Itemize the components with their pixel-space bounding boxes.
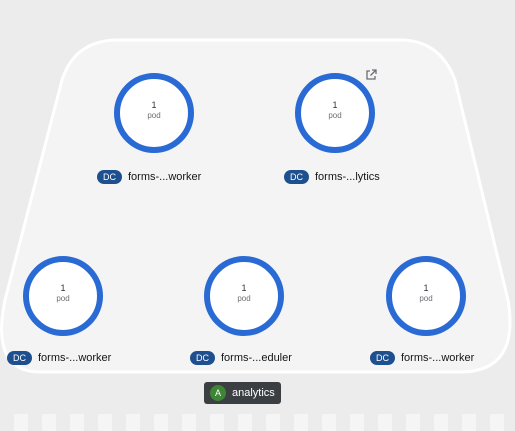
node-name: forms-...worker [128,171,202,183]
deployment-node[interactable]: 1 pod [386,256,466,336]
pod-unit: pod [56,294,70,303]
topology-canvas[interactable]: 1 pod DC forms-...worker 1 pod DC forms-… [0,0,515,431]
application-group-label[interactable]: A analytics [204,382,281,404]
node-name: forms-...worker [38,352,112,364]
pod-count: 1 [60,283,66,293]
application-name: analytics [232,387,275,399]
pod-count: 1 [151,100,157,110]
dc-badge: DC [370,351,395,365]
pod-count: 1 [332,100,338,110]
node-name: forms-...eduler [221,352,292,364]
canvas-edge-strip [0,414,515,431]
application-group-hull[interactable] [0,0,515,431]
node-name: forms-...lytics [315,171,380,183]
node-name: forms-...worker [401,352,475,364]
pod-unit: pod [419,294,433,303]
node-label[interactable]: DC forms-...worker [7,350,111,366]
external-link-icon[interactable] [365,69,377,81]
node-label[interactable]: DC forms-...worker [370,350,474,366]
pod-unit: pod [328,111,342,120]
dc-badge: DC [97,170,122,184]
pod-unit: pod [237,294,251,303]
deployment-node[interactable]: 1 pod [114,73,194,153]
deployment-node[interactable]: 1 pod [204,256,284,336]
node-label[interactable]: DC forms-...lytics [284,169,380,185]
pod-count: 1 [423,283,429,293]
dc-badge: DC [190,351,215,365]
pod-unit: pod [147,111,161,120]
deployment-node[interactable]: 1 pod [23,256,103,336]
deployment-node[interactable]: 1 pod [295,73,375,153]
dc-badge: DC [284,170,309,184]
application-badge: A [210,385,226,401]
node-label[interactable]: DC forms-...worker [97,169,201,185]
pod-count: 1 [241,283,247,293]
dc-badge: DC [7,351,32,365]
node-label[interactable]: DC forms-...eduler [190,350,292,366]
